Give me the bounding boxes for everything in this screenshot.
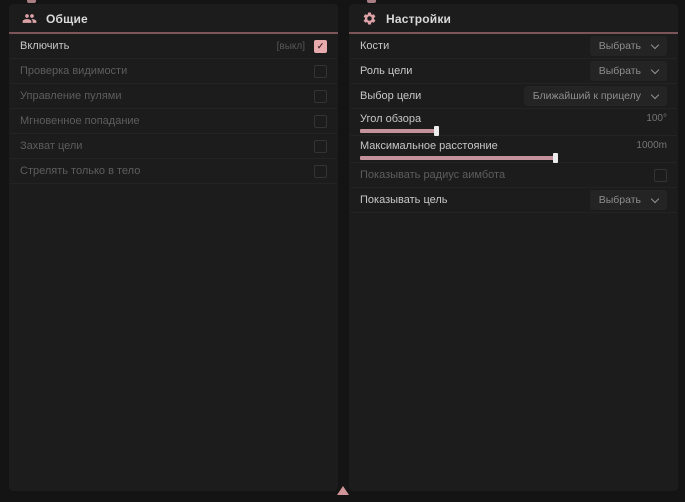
setting-label: Выбор цели <box>360 90 421 102</box>
dropdown[interactable]: Выбрать <box>590 190 667 210</box>
chevron-down-icon <box>651 65 659 73</box>
checkbox[interactable] <box>314 90 327 103</box>
checkbox[interactable] <box>314 140 327 153</box>
setting-label: Показывать радиус аимбота <box>360 169 505 181</box>
gear-icon <box>362 11 377 26</box>
setting-label: Угол обзора <box>360 113 421 125</box>
setting-row: Роль цели Выбрать <box>350 59 677 84</box>
slider-fill <box>360 156 556 160</box>
dropdown[interactable]: Выбрать <box>590 36 667 56</box>
dropdown-value: Выбрать <box>599 65 641 77</box>
setting-row: Мгновенное попадание <box>10 109 337 134</box>
users-icon <box>22 11 37 26</box>
dropdown-value: Ближайший к прицелу <box>533 90 641 102</box>
row-controls: Выбрать <box>590 61 667 81</box>
setting-label: Мгновенное попадание <box>20 115 140 127</box>
setting-label: Захват цели <box>20 140 82 152</box>
setting-label: Стрелять только в тело <box>20 165 140 177</box>
setting-row: Угол обзора 100° <box>350 109 677 136</box>
dropdown-value: Выбрать <box>599 40 641 52</box>
slider-labels: Максимальное расстояние 1000m <box>360 140 667 152</box>
row-controls: Ближайший к прицелу <box>524 86 667 106</box>
mod-menu-page: Общие Включить [выкл] Проверка видимости Уп… <box>0 0 685 502</box>
row-controls <box>314 115 327 128</box>
setting-label: Кости <box>360 40 389 52</box>
panel-settings: Настройки Кости Выбрать Роль цели Выбрать Вы… <box>349 4 678 491</box>
panel-general-header: Общие <box>9 4 338 32</box>
dropdown[interactable]: Ближайший к прицелу <box>524 86 667 106</box>
setting-row: Выбор цели Ближайший к прицелу <box>350 84 677 109</box>
scroll-up-indicator[interactable] <box>337 486 349 495</box>
checkbox[interactable] <box>654 169 667 182</box>
setting-row: Проверка видимости <box>10 59 337 84</box>
row-controls <box>314 165 327 178</box>
cutoff-section-icon-stub <box>367 0 376 3</box>
slider-value: 1000m <box>636 140 667 151</box>
general-rows: Включить [выкл] Проверка видимости Управлен… <box>9 34 338 184</box>
panel-general: Общие Включить [выкл] Проверка видимости Уп… <box>9 4 338 491</box>
setting-row: Показывать радиус аимбота <box>350 163 677 188</box>
setting-row: Управление пулями <box>10 84 337 109</box>
checkbox[interactable] <box>314 115 327 128</box>
dropdown[interactable]: Выбрать <box>590 61 667 81</box>
setting-row: Стрелять только в тело <box>10 159 337 184</box>
slider-value: 100° <box>646 113 667 124</box>
cutoff-section-icon-stub <box>27 0 36 3</box>
checkbox[interactable] <box>314 40 327 53</box>
setting-label: Управление пулями <box>20 90 122 102</box>
setting-label: Включить <box>20 40 69 52</box>
setting-label: Показывать цель <box>360 194 448 206</box>
row-controls: Выбрать <box>590 190 667 210</box>
setting-row: Показывать цель Выбрать <box>350 188 677 213</box>
checkbox[interactable] <box>314 165 327 178</box>
setting-label: Проверка видимости <box>20 65 127 77</box>
setting-label: Роль цели <box>360 65 412 77</box>
row-controls <box>314 65 327 78</box>
row-controls: Выбрать <box>590 36 667 56</box>
dropdown-value: Выбрать <box>599 194 641 206</box>
panel-title: Настройки <box>386 12 451 26</box>
hotkey-label: [выкл] <box>277 41 305 52</box>
panel-settings-header: Настройки <box>349 4 678 32</box>
slider-fill <box>360 129 437 133</box>
setting-row: Включить [выкл] <box>10 34 337 59</box>
chevron-down-icon <box>651 90 659 98</box>
setting-row: Кости Выбрать <box>350 34 677 59</box>
setting-row: Захват цели <box>10 134 337 159</box>
row-controls <box>314 140 327 153</box>
panel-title: Общие <box>46 12 88 26</box>
setting-label: Максимальное расстояние <box>360 140 498 152</box>
chevron-down-icon <box>651 40 659 48</box>
slider-handle[interactable] <box>434 126 439 136</box>
row-controls <box>314 90 327 103</box>
slider-labels: Угол обзора 100° <box>360 113 667 125</box>
setting-row: Максимальное расстояние 1000m <box>350 136 677 163</box>
chevron-down-icon <box>651 194 659 202</box>
row-controls: [выкл] <box>277 40 327 53</box>
slider-handle[interactable] <box>553 153 558 163</box>
checkbox[interactable] <box>314 65 327 78</box>
row-controls <box>654 169 667 182</box>
settings-rows: Кости Выбрать Роль цели Выбрать Выбор цели Бл… <box>349 34 678 213</box>
